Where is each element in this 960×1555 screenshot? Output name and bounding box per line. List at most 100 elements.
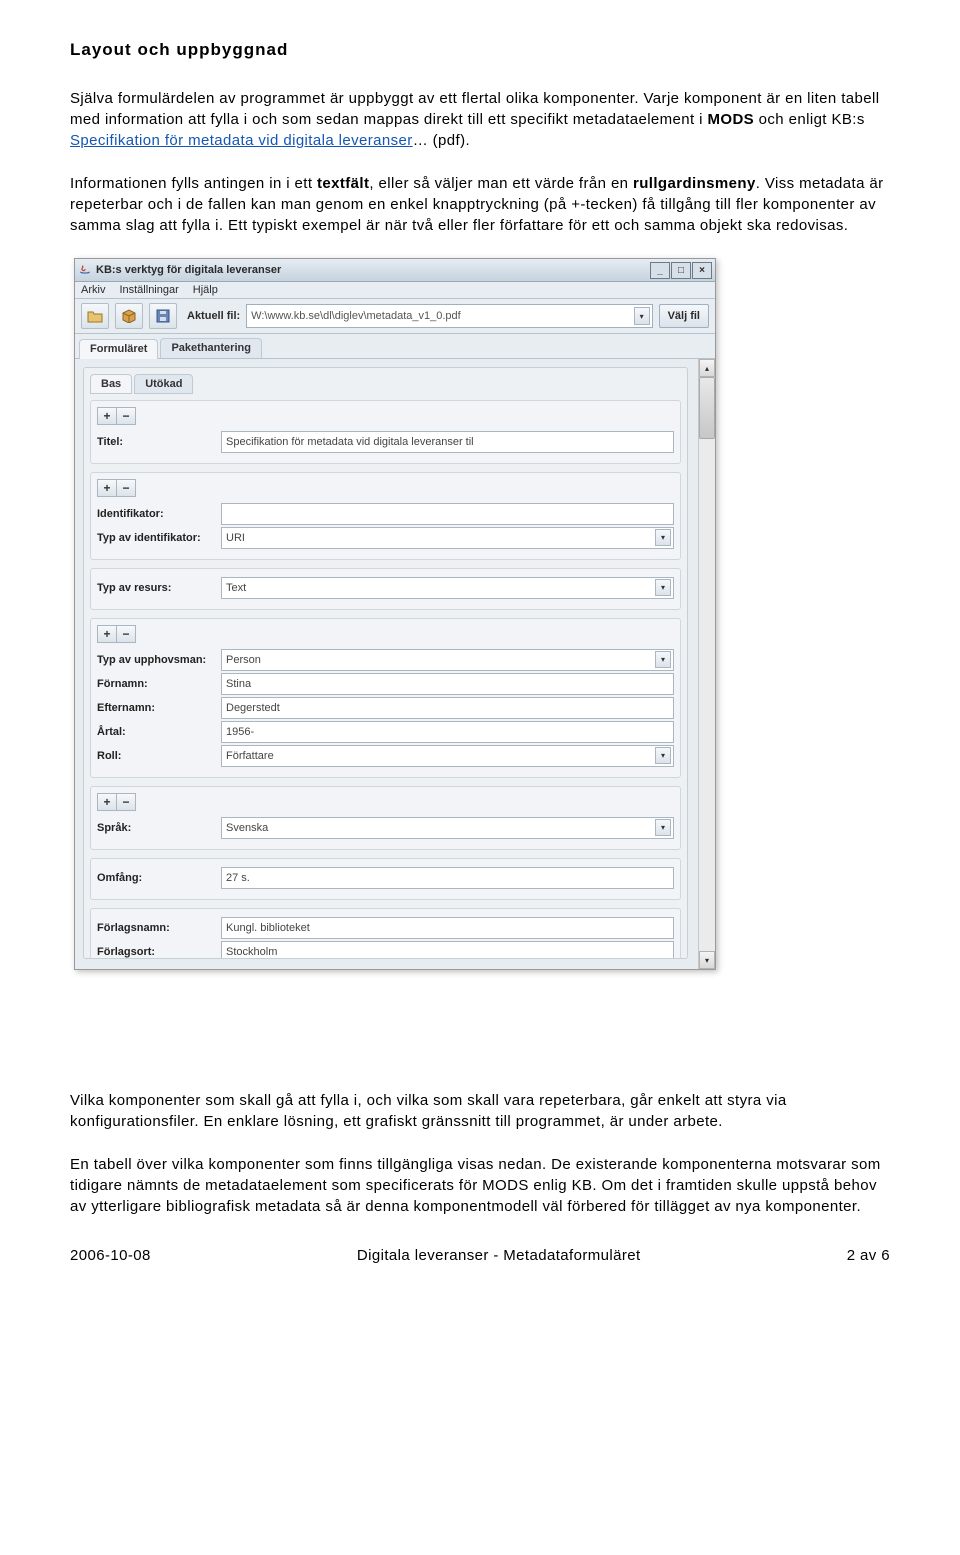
rullgardinsmeny-term: rullgardinsmeny (633, 175, 756, 192)
minus-button[interactable]: − (117, 793, 136, 811)
label-forlagsnamn: Förlagsnamn: (97, 922, 221, 934)
menu-installningar[interactable]: Inställningar (119, 284, 178, 296)
footer-date: 2006-10-08 (70, 1247, 151, 1264)
plus-button[interactable]: + (97, 625, 117, 643)
scroll-track[interactable] (699, 439, 715, 951)
label-efternamn: Efternamn: (97, 702, 221, 714)
input-fornamn[interactable]: Stina (221, 673, 674, 695)
label-artal: Årtal: (97, 726, 221, 738)
value: 1956- (226, 726, 254, 738)
value: Specifikation för metadata vid digitala … (226, 436, 474, 448)
label-titel: Titel: (97, 436, 221, 448)
paragraph-1: Själva formulärdelen av programmet är up… (70, 88, 890, 151)
current-file-path[interactable]: W:\www.kb.se\dl\diglev\metadata_v1_0.pdf… (246, 304, 652, 328)
footer-title: Digitala leveranser - Metadataformuläret (357, 1247, 641, 1264)
value: Författare (226, 750, 274, 762)
plus-button[interactable]: + (97, 793, 117, 811)
input-titel[interactable]: Specifikation för metadata vid digitala … (221, 431, 674, 453)
group-forlag: Förlagsnamn: Kungl. biblioteket Förlagso… (90, 908, 681, 959)
plus-button[interactable]: + (97, 479, 117, 497)
minus-button[interactable]: − (117, 625, 136, 643)
chevron-down-icon[interactable]: ▾ (634, 307, 650, 325)
select-sprak[interactable]: Svenska (221, 817, 674, 839)
save-icon[interactable] (149, 303, 177, 329)
main-tabs: Formuläret Pakethantering (75, 334, 715, 359)
spec-link[interactable]: Specifikation för metadata vid digitala … (70, 132, 413, 149)
label-typ-identifikator: Typ av identifikator: (97, 532, 221, 544)
mods-term: MODS (707, 111, 754, 128)
plusminus-sprak: + − (97, 793, 136, 811)
subtab-bas[interactable]: Bas (90, 374, 132, 394)
open-file-icon[interactable] (81, 303, 109, 329)
app-screenshot: KB:s verktyg för digitala leveranser _ □… (74, 258, 716, 970)
label-typ-upphovsman: Typ av upphovsman: (97, 654, 221, 666)
footer-page: 2 av 6 (847, 1247, 890, 1264)
value: Person (226, 654, 261, 666)
paragraph-3: Vilka komponenter som skall gå att fylla… (70, 1090, 890, 1132)
menubar: Arkiv Inställningar Hjälp (75, 282, 715, 299)
input-identifikator[interactable] (221, 503, 674, 525)
path-text: W:\www.kb.se\dl\diglev\metadata_v1_0.pdf (251, 310, 461, 322)
label-sprak: Språk: (97, 822, 221, 834)
value: Kungl. biblioteket (226, 922, 310, 934)
group-omfang: Omfång: 27 s. (90, 858, 681, 900)
section-heading: Layout och uppbyggnad (70, 40, 890, 60)
subtab-utokad[interactable]: Utökad (134, 374, 193, 394)
toolbar: Aktuell fil: W:\www.kb.se\dl\diglev\meta… (75, 299, 715, 334)
select-typ-upphovsman[interactable]: Person (221, 649, 674, 671)
close-button[interactable]: × (692, 262, 712, 279)
label-forlagsort: Förlagsort: (97, 946, 221, 958)
input-forlagsnamn[interactable]: Kungl. biblioteket (221, 917, 674, 939)
vertical-scrollbar[interactable]: ▴ ▾ (698, 359, 715, 969)
plusminus-upphovsman: + − (97, 625, 136, 643)
label-roll: Roll: (97, 750, 221, 762)
menu-arkiv[interactable]: Arkiv (81, 284, 105, 296)
aktuell-fil-label: Aktuell fil: (187, 310, 240, 322)
scroll-thumb[interactable] (699, 377, 715, 439)
tab-formularet[interactable]: Formuläret (79, 339, 158, 359)
plus-button[interactable]: + (97, 407, 117, 425)
window-title: KB:s verktyg för digitala leveranser (96, 264, 281, 276)
label-omfang: Omfång: (97, 872, 221, 884)
form-body: Bas Utökad + − Titel: Specifikation för … (75, 359, 715, 969)
text: … (pdf). (413, 132, 470, 149)
input-efternamn[interactable]: Degerstedt (221, 697, 674, 719)
package-icon[interactable] (115, 303, 143, 329)
select-roll[interactable]: Författare (221, 745, 674, 767)
value: Svenska (226, 822, 268, 834)
paragraph-4: En tabell över vilka komponenter som fin… (70, 1154, 890, 1217)
value: URI (226, 532, 245, 544)
select-typ-identifikator[interactable]: URI (221, 527, 674, 549)
label-typ-resurs: Typ av resurs: (97, 582, 221, 594)
input-artal[interactable]: 1956- (221, 721, 674, 743)
value: 27 s. (226, 872, 250, 884)
input-forlagsort[interactable]: Stockholm (221, 941, 674, 959)
menu-hjalp[interactable]: Hjälp (193, 284, 218, 296)
label-fornamn: Förnamn: (97, 678, 221, 690)
input-omfang[interactable]: 27 s. (221, 867, 674, 889)
group-upphovsman: + − Typ av upphovsman: Person Förnamn: S… (90, 618, 681, 778)
scroll-down-icon[interactable]: ▾ (699, 951, 715, 969)
text: , eller så väljer man ett värde från en (369, 175, 633, 192)
java-icon (78, 263, 92, 277)
plusminus-titel: + − (97, 407, 136, 425)
minimize-button[interactable]: _ (650, 262, 670, 279)
text: och enligt KB:s (754, 111, 865, 128)
value: Stockholm (226, 946, 277, 958)
tab-pakethantering[interactable]: Pakethantering (160, 338, 261, 358)
page-footer: 2006-10-08 Digitala leveranser - Metadat… (70, 1247, 890, 1272)
scroll-up-icon[interactable]: ▴ (699, 359, 715, 377)
select-typ-resurs[interactable]: Text (221, 577, 674, 599)
minus-button[interactable]: − (117, 479, 136, 497)
group-resurs: Typ av resurs: Text (90, 568, 681, 610)
minus-button[interactable]: − (117, 407, 136, 425)
group-identifikator: + − Identifikator: Typ av identifikator:… (90, 472, 681, 560)
group-sprak: + − Språk: Svenska (90, 786, 681, 850)
text: Informationen fylls antingen in i ett (70, 175, 317, 192)
window-controls: _ □ × (649, 262, 712, 279)
maximize-button[interactable]: □ (671, 262, 691, 279)
window-titlebar: KB:s verktyg för digitala leveranser _ □… (75, 259, 715, 282)
valj-fil-button[interactable]: Välj fil (659, 304, 709, 328)
group-titel: + − Titel: Specifikation för metadata vi… (90, 400, 681, 464)
label-identifikator: Identifikator: (97, 508, 221, 520)
